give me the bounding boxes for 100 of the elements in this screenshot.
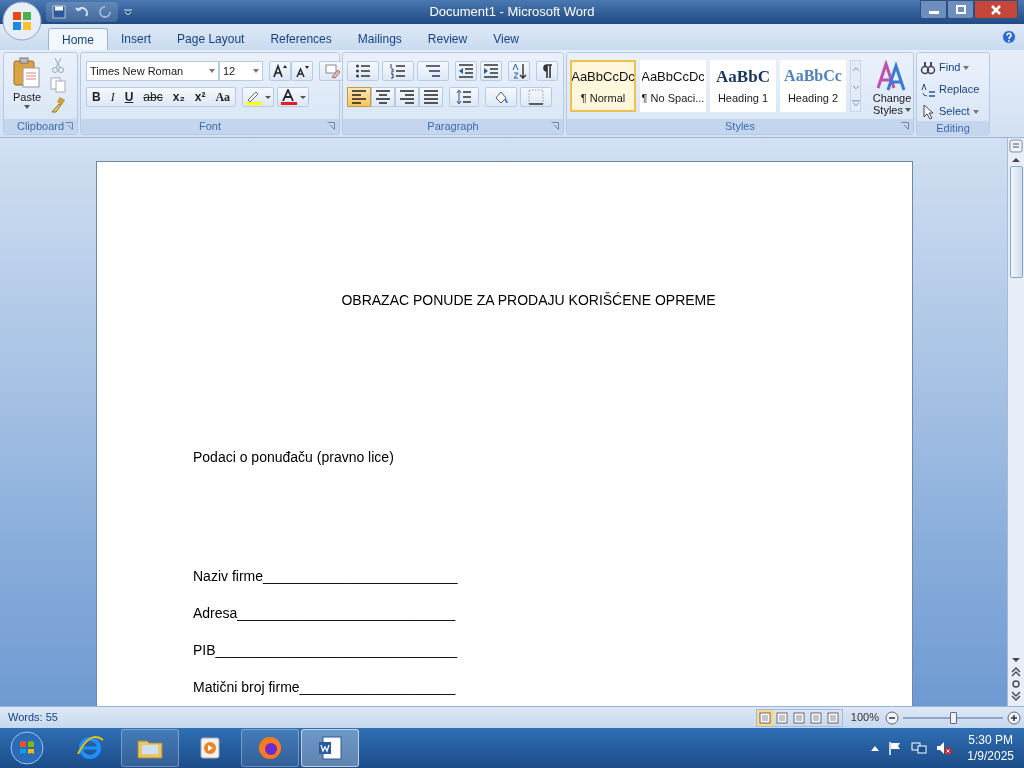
sort-button[interactable]: [508, 61, 530, 81]
group-label: Font: [199, 119, 221, 135]
form-field-line: Naziv firme_________________________: [193, 568, 458, 584]
ribbon-tab[interactable]: Insert: [108, 28, 165, 50]
line-spacing-button[interactable]: [449, 87, 479, 107]
align-left-button[interactable]: [347, 87, 371, 107]
up-arrow-icon[interactable]: [871, 745, 880, 751]
zoom-in-icon[interactable]: [1007, 710, 1021, 725]
group-label: Editing: [936, 121, 970, 137]
brush-icon[interactable]: [50, 97, 66, 113]
ribbon-tab[interactable]: View: [480, 28, 532, 50]
web-layout-view-button[interactable]: [790, 709, 808, 726]
italic-button[interactable]: I: [105, 88, 120, 106]
align-justify-button[interactable]: [419, 87, 443, 107]
customize-caret-icon[interactable]: [124, 8, 132, 16]
undo-icon[interactable]: [74, 5, 90, 19]
save-icon[interactable]: [52, 5, 66, 19]
draft-icon: [827, 711, 840, 724]
dialog-launcher-icon[interactable]: [65, 122, 73, 130]
strike-button[interactable]: abc: [138, 88, 168, 106]
zoom-slider[interactable]: [903, 710, 1003, 725]
dialog-launcher-icon[interactable]: [901, 122, 909, 130]
align-justify-icon: [423, 89, 439, 105]
font-size-field[interactable]: 12: [219, 61, 263, 81]
letters-icon: [876, 60, 908, 92]
shading-button[interactable]: [485, 87, 517, 107]
numbering-button[interactable]: [382, 61, 414, 81]
dialog-launcher-icon[interactable]: [551, 122, 559, 130]
increase-indent-button[interactable]: [480, 61, 502, 81]
sup-button[interactable]: x²: [189, 88, 211, 106]
web-layout-icon: [793, 711, 806, 724]
change-styles-button[interactable]: Change Styles: [868, 60, 916, 116]
bullets-button[interactable]: [347, 61, 379, 81]
caret-icon: [972, 109, 979, 114]
font-color-button[interactable]: [277, 87, 310, 107]
redo-icon[interactable]: [98, 5, 112, 19]
line-spacing-icon: [456, 89, 472, 105]
start-button[interactable]: [7, 728, 47, 768]
replace-button[interactable]: Replace: [920, 80, 980, 99]
taskbar-button[interactable]: [301, 729, 359, 767]
zoom-out-icon[interactable]: [885, 710, 899, 725]
grow-font-button[interactable]: [269, 61, 291, 81]
zoom-level[interactable]: 100%: [850, 709, 879, 726]
caret-icon: [209, 69, 215, 73]
shading-icon: [493, 89, 509, 105]
vertical-scrollbar[interactable]: [1007, 138, 1024, 706]
select-button[interactable]: Select: [920, 102, 980, 121]
multilevel-list-button[interactable]: [417, 61, 449, 81]
sub-button[interactable]: x₂: [167, 88, 190, 106]
decrease-indent-icon: [458, 63, 474, 79]
next-page-icon[interactable]: [1009, 690, 1023, 702]
find-button[interactable]: Find: [920, 58, 980, 77]
zoom-slider-thumb[interactable]: [949, 711, 957, 724]
case-button[interactable]: Aa: [210, 88, 236, 106]
speaker-muted-icon[interactable]: [936, 741, 953, 755]
previous-page-icon[interactable]: [1009, 666, 1023, 678]
browser-icon: [76, 734, 104, 762]
highlight-button[interactable]: [242, 87, 275, 107]
style-item[interactable]: AaBbC Heading 1: [710, 60, 776, 112]
ribbon-tab[interactable]: Home: [48, 28, 108, 50]
style-item[interactable]: AaBbCcDc ¶ No Spaci...: [640, 60, 706, 112]
form-field-line: Adresa____________________________: [193, 605, 456, 621]
paste-button[interactable]: Paste: [7, 57, 47, 119]
dialog-launcher-icon[interactable]: [327, 122, 335, 130]
decrease-indent-button[interactable]: [455, 61, 477, 81]
ribbon-tab[interactable]: Review: [414, 28, 481, 50]
scroll-thumb[interactable]: [1009, 166, 1023, 278]
restore-button[interactable]: [947, 0, 974, 19]
style-item[interactable]: AaBbCc Heading 2: [780, 60, 846, 112]
network-icon[interactable]: [911, 741, 928, 755]
ribbon-tab[interactable]: Page Layout: [164, 28, 258, 50]
outline-view-button[interactable]: [807, 709, 825, 726]
word-count[interactable]: Words: 55: [0, 709, 58, 726]
show-formatting-button[interactable]: [536, 61, 558, 81]
clear-formatting-button[interactable]: [319, 61, 345, 81]
font-name-field[interactable]: Times New Roman: [86, 61, 219, 81]
taskbar-button[interactable]: [121, 729, 179, 767]
close-button[interactable]: [974, 0, 1018, 19]
bullets-icon: [355, 63, 371, 79]
document-title: OBRAZAC PONUDE ZA PRODAJU KORIŠĆENE OPREME: [341, 292, 716, 308]
reading-layout-view-button[interactable]: [773, 709, 791, 726]
grow-font-icon: [272, 63, 288, 79]
browse-object-icon[interactable]: [1009, 678, 1023, 690]
flag-icon[interactable]: [888, 741, 903, 755]
numbering-icon: [390, 63, 406, 79]
print-layout-view-button[interactable]: [756, 709, 774, 726]
borders-button[interactable]: [520, 87, 552, 107]
clock[interactable]: 5:30 PM 1/9/2025: [967, 732, 1014, 764]
help-icon[interactable]: [1002, 30, 1016, 44]
align-right-button[interactable]: [395, 87, 419, 107]
ribbon-tab[interactable]: Mailings: [344, 28, 415, 50]
draft-view-button[interactable]: [824, 709, 842, 726]
ribbon-tab[interactable]: References: [257, 28, 345, 50]
bold-button[interactable]: B: [87, 88, 106, 106]
style-item[interactable]: AaBbCcDc ¶ Normal: [570, 60, 636, 112]
underline-button[interactable]: U: [119, 88, 139, 106]
shrink-font-button[interactable]: [291, 61, 313, 81]
align-center-button[interactable]: [371, 87, 395, 107]
multilevel-list-icon: [425, 63, 441, 79]
minimize-button[interactable]: [920, 0, 947, 19]
